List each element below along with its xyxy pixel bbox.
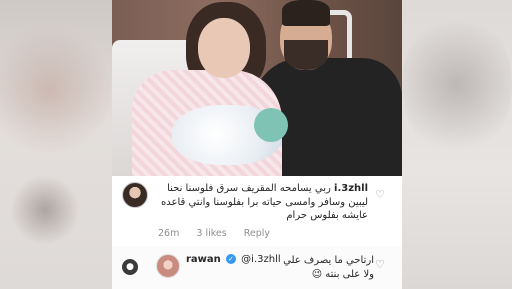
man-hair xyxy=(282,0,330,26)
blurred-background-right xyxy=(402,0,512,289)
baby-cap xyxy=(254,108,288,142)
blurred-background-left xyxy=(0,0,112,289)
reply-button[interactable]: Reply xyxy=(244,228,270,239)
comment: ● rawan ✓ @i.3zhll ارتاحي ما يصرف علي ول… xyxy=(112,246,402,289)
blur-shape xyxy=(0,20,110,160)
verified-badge-icon: ✓ xyxy=(225,254,236,264)
avatar[interactable] xyxy=(156,254,180,278)
blur-shape xyxy=(10,175,80,245)
avatar[interactable] xyxy=(122,182,148,208)
heart-icon[interactable]: ♡ xyxy=(375,188,385,201)
person-icon: ● xyxy=(122,259,138,275)
woman-face xyxy=(198,18,250,78)
heart-icon[interactable]: ♡ xyxy=(375,258,385,271)
comment-time: 26m xyxy=(158,228,180,239)
comment-body-text: ارتاحي ما يصرف علي ولا على بنته 😉 xyxy=(283,255,374,280)
post-card: i.3zhll ربي يسامحه المقريف سرق فلوسنا نح… xyxy=(112,0,402,289)
comment-body: ارتاحي ما يصرف علي ولا على بنته 😉 xyxy=(282,254,374,282)
blur-shape xyxy=(402,10,512,160)
comment-username[interactable]: rawan xyxy=(186,254,221,265)
comment-username[interactable]: i.3zhll xyxy=(334,183,368,194)
comment-text: i.3zhll ربي يسامحه المقريف سرق فلوسنا نح… xyxy=(156,182,368,223)
post-photo[interactable] xyxy=(112,0,402,176)
comment: i.3zhll ربي يسامحه المقريف سرق فلوسنا نح… xyxy=(112,176,402,246)
comment-meta: 26m 3 likes Reply xyxy=(158,228,284,239)
mention-link[interactable]: @i.3zhll xyxy=(241,254,280,265)
man-beard xyxy=(284,40,328,70)
comment-likes[interactable]: 3 likes xyxy=(196,228,226,239)
comment-header: rawan ✓ @i.3zhll xyxy=(186,254,281,265)
